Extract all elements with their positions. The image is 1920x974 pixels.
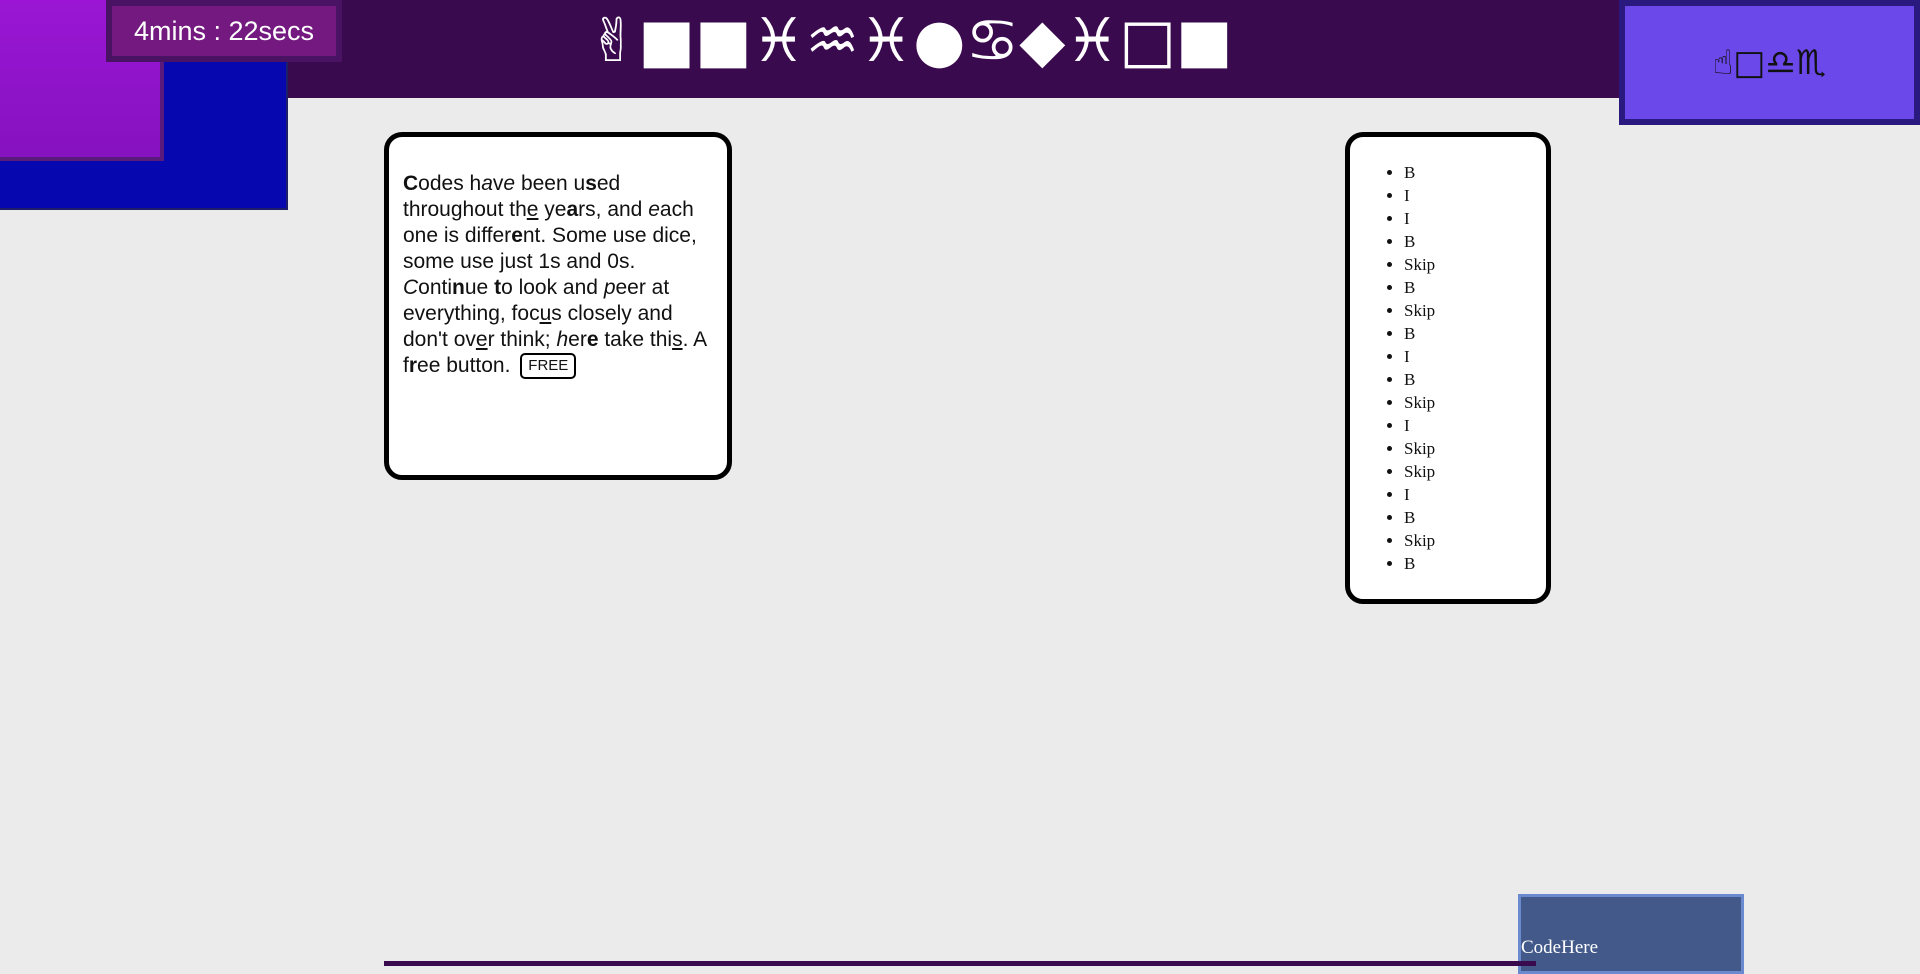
cipher-symbol: ♋ [965,6,1020,76]
riddle-segment: ue [464,276,495,299]
riddle-segment: r think; [487,328,557,351]
riddle-segment: e [511,224,523,247]
list-item: Skip [1404,391,1546,414]
riddle-segment: r [408,354,418,377]
list-item: Skip [1404,253,1546,276]
timer-text: 4mins : 22secs [112,6,336,56]
riddle-segment: u [539,302,552,325]
free-button[interactable]: FREE [520,353,577,380]
riddle-segment: er [568,328,587,351]
cipher-symbol: ♓ [1065,6,1120,76]
riddle-segment: a [566,198,579,221]
list-item: I [1404,184,1546,207]
list-item: B [1404,368,1546,391]
code-here-box[interactable]: CodeHere [1518,894,1744,974]
list-item: I [1404,345,1546,368]
cipher-symbol: ♓ [859,6,914,76]
riddle-segment: o look and [501,276,604,299]
riddle-segment: a [481,172,493,195]
cipher-symbol: ✌ [588,6,639,76]
code-list-card: BIIBSkipBSkipBIBSkipISkipSkipIBSkipB [1345,132,1551,604]
riddle-segment: C [403,172,419,195]
riddle-segment: t [494,276,502,299]
riddle-segment: e [503,172,516,195]
riddle-segment: s [672,328,683,351]
timer: 4mins : 22secs [106,0,342,62]
cipher-symbol: ♒ [805,6,860,76]
list-item: B [1404,552,1546,575]
cipher-symbol-row: ✌ ■ ■ ♓ ♒ ♓ ● ♋ ◆ ♓ □ ■ [588,6,1233,76]
cipher-symbol: ♓ [751,6,806,76]
riddle-segment: been u [515,172,586,195]
cipher-symbol: ■ [694,6,752,76]
riddle-segment: h [556,328,569,351]
riddle-segment: rs, and [578,198,649,221]
riddle-segment: s [585,172,597,195]
cipher-symbol: □ [1119,6,1176,76]
riddle-segment: n [452,276,465,299]
list-item: Skip [1404,529,1546,552]
riddle-segment: odes h [418,172,482,195]
riddle-segment: C [403,276,419,299]
riddle-card: Codes have been used throughout the year… [384,132,732,480]
list-item: B [1404,230,1546,253]
list-item: Skip [1404,460,1546,483]
cipher-symbol: ● [913,6,966,76]
list-item: I [1404,207,1546,230]
cipher-symbol: ■ [638,6,695,76]
list-item: Skip [1404,437,1546,460]
riddle-segment: v [492,172,504,195]
riddle-segment: p [603,276,616,299]
riddle-segment: e [648,198,660,221]
bottom-bar [384,961,1536,966]
cipher-symbol: ◆ [1019,6,1066,76]
list-item: Skip [1404,299,1546,322]
corner-symbol-box: ☝□♎♏ [1619,0,1920,125]
riddle-segment: e [475,328,488,351]
list-item: B [1404,161,1546,184]
riddle-segment: take thi [598,328,673,351]
list-item: B [1404,322,1546,345]
riddle-segment: ee button. [417,354,511,377]
code-list: BIIBSkipBSkipBIBSkipISkipSkipIBSkipB [1350,161,1546,575]
list-item: B [1404,276,1546,299]
cipher-symbol: ■ [1175,6,1233,76]
riddle-segment: e [586,328,599,351]
list-item: I [1404,414,1546,437]
list-item: I [1404,483,1546,506]
riddle-segment: onti [418,276,453,299]
riddle-segment: e [526,198,539,221]
riddle-text: Codes have been used throughout the year… [403,172,706,377]
riddle-segment: ye [538,198,567,221]
list-item: B [1404,506,1546,529]
